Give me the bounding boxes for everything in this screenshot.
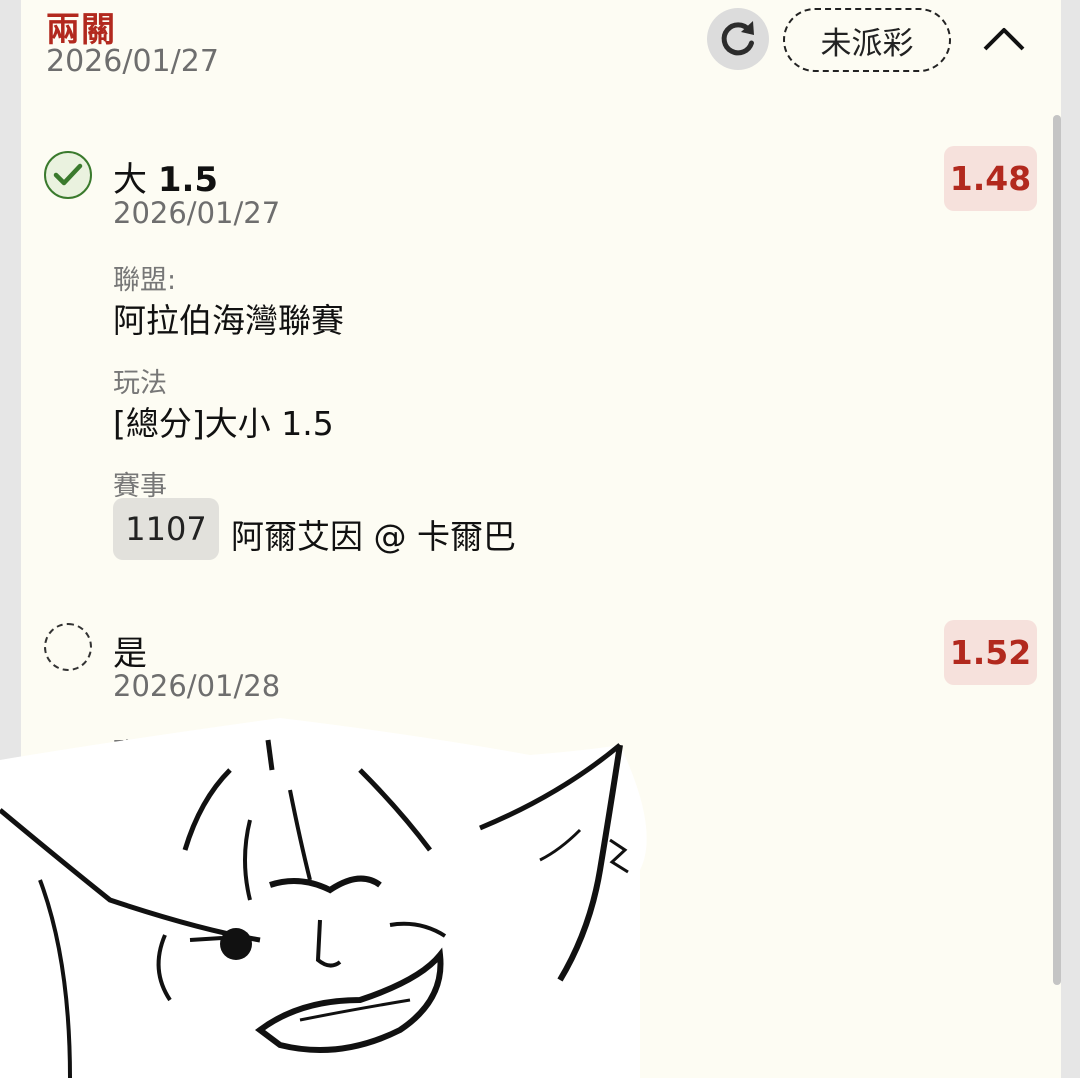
refresh-icon: [721, 21, 754, 56]
check-circle-icon: [44, 151, 92, 199]
selection-prefix: 大: [113, 160, 147, 200]
leg-selection: 是: [113, 634, 147, 674]
odds-badge: 1.52: [944, 620, 1037, 685]
league-value: 阿拉伯海灣聯賽: [113, 301, 344, 340]
collapse-button[interactable]: [979, 14, 1029, 64]
market-label: 玩法: [113, 368, 167, 399]
status-badge: 未派彩: [783, 8, 951, 72]
meme-face-sticker: [0, 718, 647, 1078]
match-name: 阿爾艾因 @ 卡爾巴: [231, 517, 516, 556]
leg-date: 2026/01/27: [113, 196, 281, 230]
league-label: 聯盟:: [113, 265, 177, 296]
pending-circle-icon: [44, 623, 92, 671]
leg-selection: 大 1.5: [113, 152, 218, 201]
chevron-up-icon: [983, 28, 1025, 51]
slip-date: 2026/01/27: [46, 44, 219, 79]
match-code-badge: 1107: [113, 498, 219, 560]
market-value: [總分]大小 1.5: [113, 404, 334, 443]
odds-badge: 1.48: [944, 146, 1037, 211]
refresh-button[interactable]: [707, 8, 769, 70]
selection-value: 1.5: [157, 160, 219, 200]
leg-date: 2026/01/28: [113, 669, 281, 703]
